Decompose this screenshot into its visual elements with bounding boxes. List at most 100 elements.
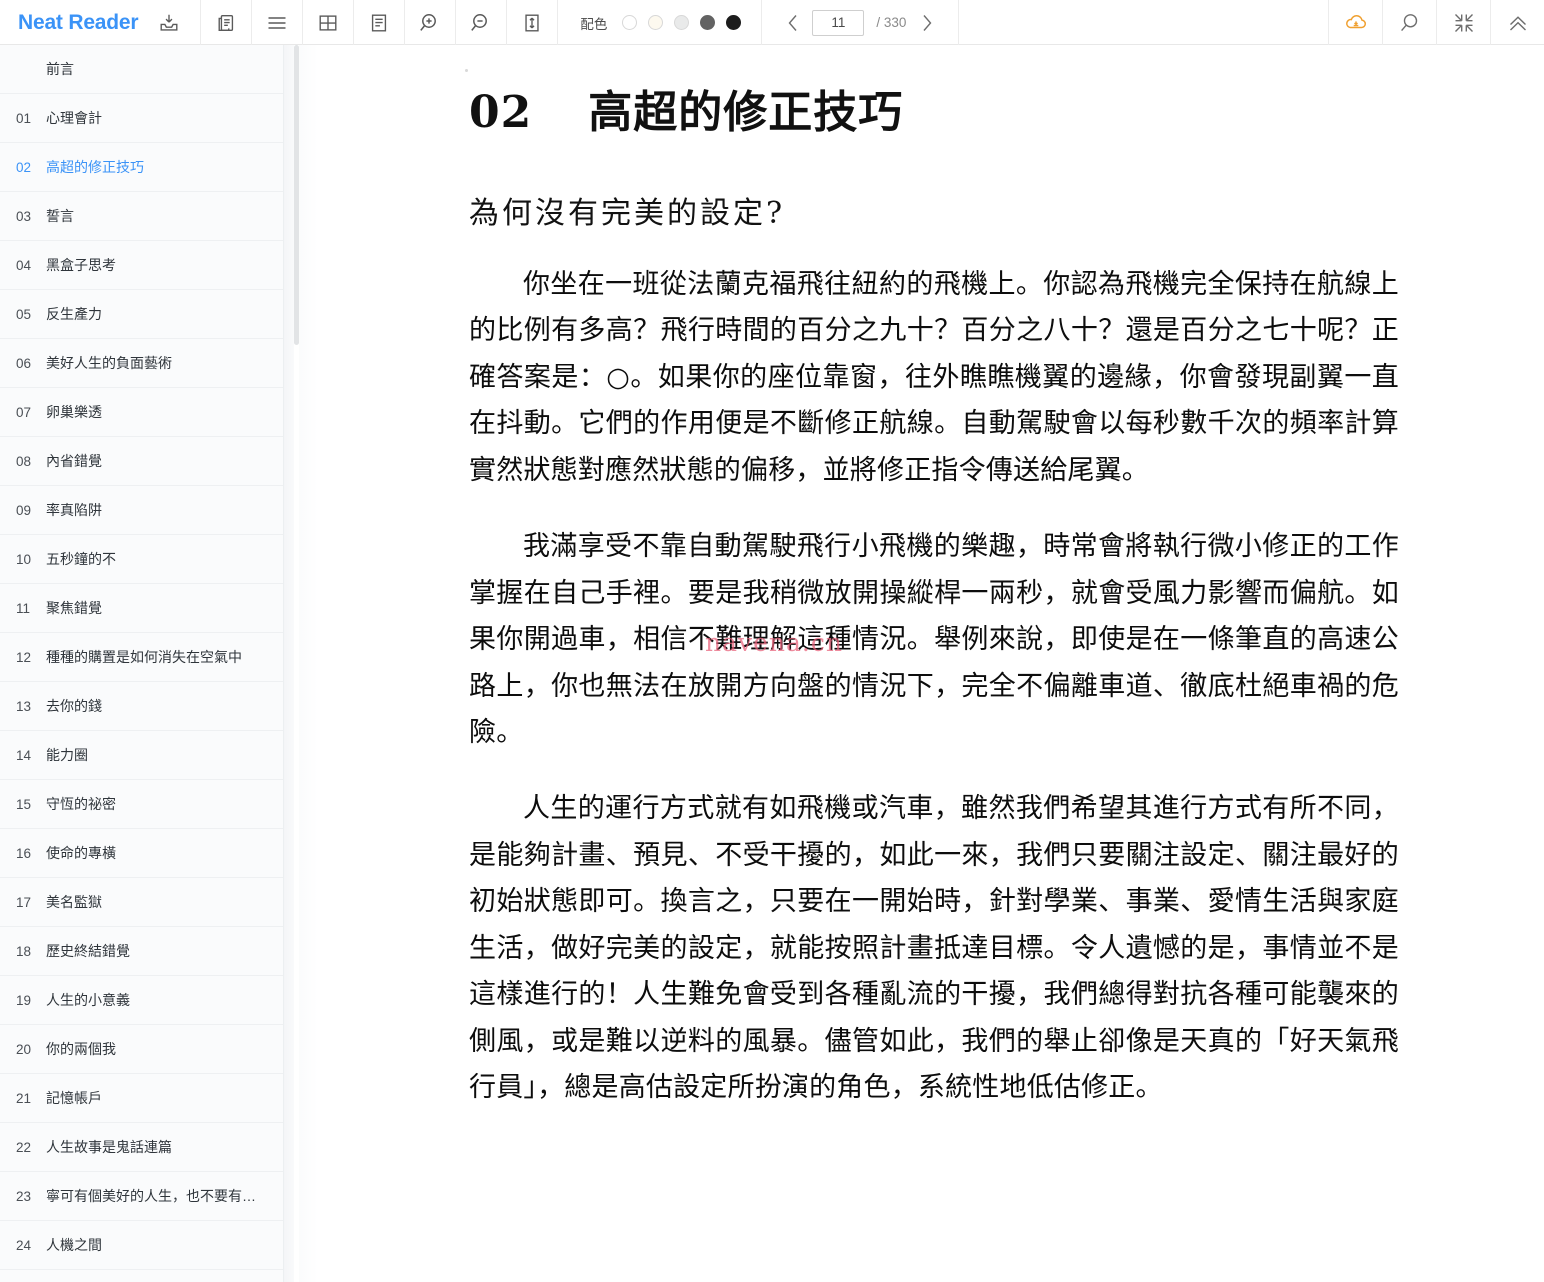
chevron-double-up-icon[interactable] <box>1490 0 1544 45</box>
paragraph-2: 我滿享受不靠自動駕駛飛行小飛機的樂趣，時常會將執行微小修正的工作掌握在自己手裡。… <box>469 531 1399 748</box>
sidebar-item-17[interactable]: 17 美名監獄 <box>0 878 283 927</box>
brand-group: Neat Reader <box>0 0 202 45</box>
zoom-out-button[interactable] <box>456 0 508 45</box>
copy-icon[interactable] <box>201 0 251 45</box>
sidebar-item-22[interactable]: 22 人生故事是鬼話連篇 <box>0 1123 283 1172</box>
toc-item-number: 13 <box>16 698 32 714</box>
zoom-in-button[interactable] <box>405 0 457 45</box>
toc-item-number: 09 <box>16 502 32 518</box>
sidebar-item-23[interactable]: 23 寧可有個美好的人生，也不要有… <box>0 1172 283 1221</box>
toc-list: 前言 01 心理會計 02 高超的修正技巧 03 誓言 04 黑盒子思考 05 反生產力 06 美好人生… <box>0 45 283 1282</box>
toc-item-label: 記憶帳戶 <box>46 1090 102 1106</box>
toc-item-number: 23 <box>16 1188 32 1204</box>
color-swatch-black[interactable] <box>726 15 742 30</box>
grid-view-button[interactable] <box>303 0 355 45</box>
sidebar-item-09[interactable]: 09 率真陷阱 <box>0 486 283 535</box>
collapse-icon[interactable] <box>1436 0 1490 45</box>
paragraph-3: 人生的運行方式就有如飛機或汽車，雖然我們希望其進行方式有所不同，是能夠計畫、預見… <box>469 793 1399 1103</box>
toc-sidebar[interactable]: 前言 01 心理會計 02 高超的修正技巧 03 誓言 04 黑盒子思考 05 反生產力 06 美好人生… <box>0 45 284 1282</box>
menu-button[interactable] <box>252 0 304 45</box>
toc-item-label: 人機之間 <box>46 1237 102 1253</box>
sidebar-item-15[interactable]: 15 守恆的祕密 <box>0 780 283 829</box>
zoom-in-icon[interactable] <box>405 0 455 45</box>
menu-icon[interactable] <box>252 0 302 45</box>
color-scheme-label: 配色 <box>580 16 608 32</box>
sidebar-item-24[interactable]: 24 人機之間 <box>0 1221 283 1270</box>
toc-item-label: 五秒鐘的不 <box>46 551 116 567</box>
page-anchor-dot <box>465 69 468 72</box>
line-height-button[interactable] <box>507 0 559 45</box>
notes-button[interactable] <box>354 0 406 45</box>
line-height-icon[interactable] <box>507 0 557 45</box>
sidebar-item-07[interactable]: 07 卵巢樂透 <box>0 388 283 437</box>
color-swatch-gray[interactable] <box>674 15 690 30</box>
toc-item-number: 17 <box>16 894 32 910</box>
chapter-title-text: 高超的修正技巧 <box>588 87 904 138</box>
toc-item-label: 高超的修正技巧 <box>46 159 144 175</box>
page-number-input[interactable] <box>812 9 865 36</box>
toc-item-label: 歷史終結錯覺 <box>46 943 130 959</box>
app-title: Neat Reader <box>18 10 139 34</box>
color-scheme-group: 配色 <box>558 0 763 45</box>
zoom-out-icon[interactable] <box>456 0 506 45</box>
color-swatch-dark[interactable] <box>700 15 716 30</box>
sidebar-item-14[interactable]: 14 能力圈 <box>0 731 283 780</box>
section-title: 為何沒有完美的設定? <box>469 196 786 231</box>
toc-item-label: 美名監獄 <box>46 894 102 910</box>
next-page-button[interactable] <box>914 8 940 38</box>
toc-item-number: 08 <box>16 453 32 469</box>
sidebar-item-21[interactable]: 21 記憶帳戶 <box>0 1074 283 1123</box>
sidebar-item-11[interactable]: 11 聚焦錯覺 <box>0 584 283 633</box>
toc-item-label: 心理會計 <box>46 110 102 126</box>
sidebar-item-20[interactable]: 20 你的兩個我 <box>0 1025 283 1074</box>
grid-icon[interactable] <box>303 0 353 45</box>
cloud-sync-icon[interactable] <box>1328 0 1382 45</box>
toc-item-label: 守恆的祕密 <box>46 796 116 812</box>
book-page: 02 高超的修正技巧 為何沒有完美的設定? 你坐在一班從法蘭克福飛往紐約的飛機上。… <box>319 45 1544 1111</box>
search-icon[interactable] <box>1382 0 1436 45</box>
toc-item-number: 18 <box>16 943 32 959</box>
sidebar-item-06[interactable]: 06 美好人生的負面藝術 <box>0 339 283 388</box>
sidebar-item-preface[interactable]: 前言 <box>0 45 283 94</box>
copy-button[interactable] <box>201 0 253 45</box>
page-navigation: / 330 <box>762 0 960 45</box>
toc-item-label: 人生的小意義 <box>46 992 130 1008</box>
sidebar-item-02[interactable]: 02 高超的修正技巧 <box>0 143 283 192</box>
sidebar-scrollbar[interactable] <box>294 45 299 1282</box>
sidebar-item-03[interactable]: 03 誓言 <box>0 192 283 241</box>
notes-icon[interactable] <box>354 0 404 45</box>
toc-item-label: 使命的專橫 <box>46 845 116 861</box>
toc-item-label: 寧可有個美好的人生，也不要有… <box>46 1188 256 1204</box>
toc-item-number: 10 <box>16 551 32 567</box>
reader-content-pane[interactable]: 02 高超的修正技巧 為何沒有完美的設定? 你坐在一班從法蘭克福飛往紐約的飛機上。… <box>319 45 1544 1282</box>
prev-page-button[interactable] <box>780 8 806 38</box>
sidebar-item-04[interactable]: 04 黑盒子思考 <box>0 241 283 290</box>
toc-item-label: 誓言 <box>46 208 74 224</box>
toc-item-number: 01 <box>16 110 32 126</box>
sidebar-item-01[interactable]: 01 心理會計 <box>0 94 283 143</box>
page-total-label: / 330 <box>876 15 907 30</box>
toc-item-label: 去你的錢 <box>46 698 102 714</box>
sidebar-scrollbar-thumb[interactable] <box>294 45 299 345</box>
toc-item-number: 07 <box>16 404 32 420</box>
sidebar-item-08[interactable]: 08 內省錯覺 <box>0 437 283 486</box>
color-swatch-cream[interactable] <box>648 15 664 30</box>
toc-item-label: 聚焦錯覺 <box>46 600 102 616</box>
toc-item-number: 02 <box>16 159 32 175</box>
sidebar-item-19[interactable]: 19 人生的小意義 <box>0 976 283 1025</box>
sidebar-item-18[interactable]: 18 歷史終結錯覺 <box>0 927 283 976</box>
sidebar-item-13[interactable]: 13 去你的錢 <box>0 682 283 731</box>
chapter-number: 02 <box>469 87 533 138</box>
toc-item-label: 種種的購置是如何消失在空氣中 <box>46 649 242 665</box>
toc-item-label: 前言 <box>46 61 74 77</box>
sidebar-item-16[interactable]: 16 使命的專橫 <box>0 829 283 878</box>
toc-item-number: 06 <box>16 355 32 371</box>
toc-item-label: 能力圈 <box>46 747 88 763</box>
color-swatch-white[interactable] <box>622 15 638 30</box>
sidebar-item-05[interactable]: 05 反生產力 <box>0 290 283 339</box>
toc-item-label: 反生產力 <box>46 306 102 322</box>
toc-item-number: 11 <box>16 600 31 616</box>
download-icon[interactable] <box>152 0 186 45</box>
sidebar-item-10[interactable]: 10 五秒鐘的不 <box>0 535 283 584</box>
sidebar-item-12[interactable]: 12 種種的購置是如何消失在空氣中 <box>0 633 283 682</box>
